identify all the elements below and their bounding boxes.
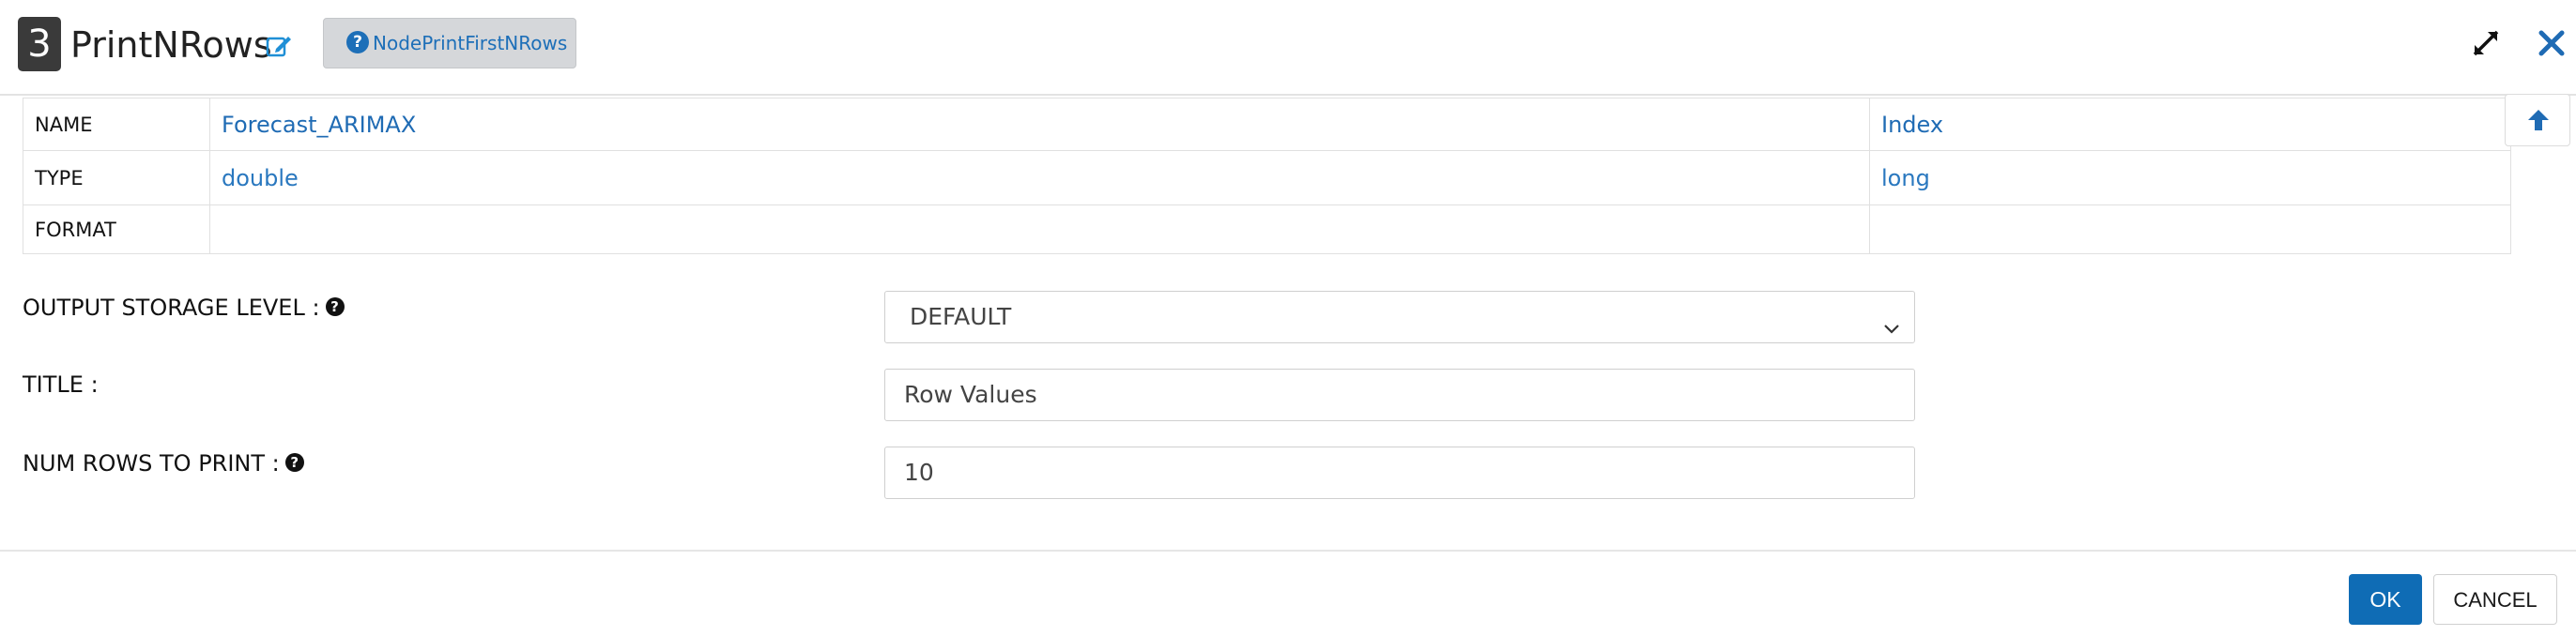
close-icon[interactable] <box>2533 24 2570 62</box>
storage-level-select[interactable]: DEFAULT <box>884 291 1915 343</box>
num-rows-input-value: 10 <box>904 459 934 486</box>
row-label-type: TYPE <box>23 150 210 205</box>
row-label-format: FORMAT <box>23 204 210 254</box>
cancel-button[interactable]: CANCEL <box>2433 574 2557 625</box>
num-rows-input[interactable]: 10 <box>884 447 1915 499</box>
expand-icon[interactable] <box>2467 24 2505 62</box>
table-row: NAME Forecast_ARIMAX Index <box>23 98 2511 151</box>
edit-icon[interactable] <box>265 32 293 60</box>
dialog-header: 3 PrintNRows ? NodePrintFirstNRows <box>0 0 2576 96</box>
step-badge: 3 <box>18 17 61 71</box>
column-format-cell <box>209 204 1870 254</box>
storage-level-value: DEFAULT <box>910 303 1012 330</box>
column-type-cell: double <box>209 150 1870 205</box>
column-name-cell: Index <box>1869 98 2511 151</box>
node-help-button[interactable]: ? NodePrintFirstNRows <box>323 18 576 68</box>
title-label: TITLE : <box>23 369 99 401</box>
storage-level-label: OUTPUT STORAGE LEVEL :? <box>23 292 345 324</box>
arrow-up-icon <box>2527 108 2550 136</box>
column-type-cell: long <box>1869 150 2511 205</box>
question-circle-icon: ? <box>346 31 369 53</box>
schema-table: NAME Forecast_ARIMAX Index TYPE double l… <box>23 98 2511 254</box>
info-icon[interactable]: ? <box>284 453 304 472</box>
row-label-name: NAME <box>23 98 210 151</box>
table-row: TYPE double long <box>23 150 2511 205</box>
column-format-cell <box>1869 204 2511 254</box>
node-title: PrintNRows <box>70 24 272 66</box>
storage-level-label-text: OUTPUT STORAGE LEVEL : <box>23 295 320 321</box>
title-input-value: Row Values <box>904 381 1037 408</box>
title-label-text: TITLE : <box>23 371 99 398</box>
table-row: FORMAT <box>23 204 2511 254</box>
chevron-down-icon <box>1880 307 1903 334</box>
column-name-cell: Forecast_ARIMAX <box>209 98 1870 151</box>
num-rows-label-text: NUM ROWS TO PRINT : <box>23 450 280 477</box>
node-help-label: NodePrintFirstNRows <box>373 32 568 54</box>
dialog-footer: OK CANCEL <box>0 550 2576 636</box>
info-icon[interactable]: ? <box>325 297 345 316</box>
num-rows-label: NUM ROWS TO PRINT :? <box>23 447 304 479</box>
ok-button[interactable]: OK <box>2349 574 2422 625</box>
title-input[interactable]: Row Values <box>884 369 1915 421</box>
scroll-top-button[interactable] <box>2505 94 2570 146</box>
